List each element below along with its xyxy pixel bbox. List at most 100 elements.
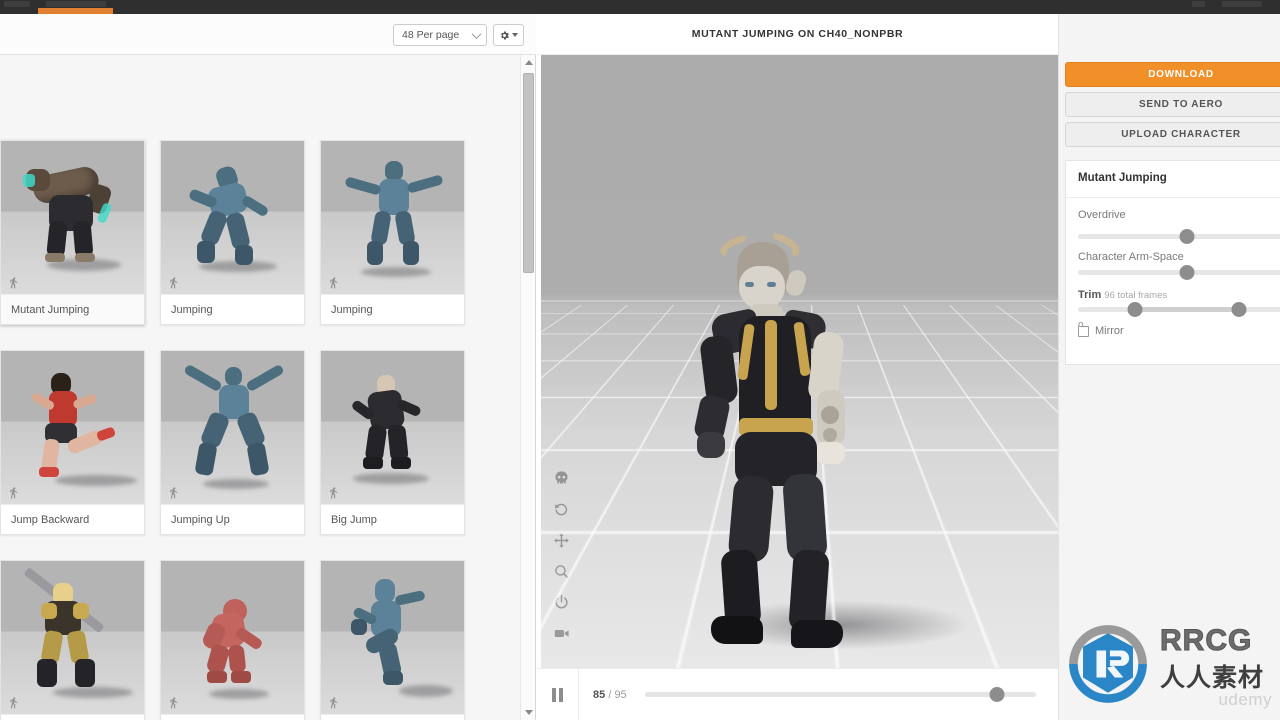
animation-card-label: Jumping [161, 294, 304, 324]
settings-button[interactable] [493, 24, 524, 46]
grid-cell [160, 560, 320, 720]
running-person-icon [330, 487, 338, 499]
animation-card-label: Mutant Jumping [1, 294, 144, 324]
move-tool-icon[interactable] [553, 532, 570, 549]
animation-card-row3-2[interactable] [160, 560, 305, 720]
frame-counter: 85 / 95 [593, 689, 627, 701]
overdrive-slider-handle[interactable] [1179, 229, 1195, 244]
topnav-item-ghost-1[interactable] [4, 1, 30, 7]
animation-card-row3-3[interactable] [320, 560, 465, 720]
animation-properties-card: Mutant Jumping Overdrive Character Arm-S… [1065, 160, 1280, 365]
animation-card-label: Big Jump [321, 504, 464, 534]
animation-grid: Mutant Jumping Jumping Jumping Jump Back… [0, 140, 480, 720]
watermark: RRCG 人人素材 udemy [1060, 612, 1278, 712]
running-person-icon [330, 697, 338, 709]
grid-cell: Jumping [160, 140, 320, 350]
mirror-row[interactable]: Mirror [1078, 325, 1124, 337]
watermark-text: RRCG 人人素材 [1159, 624, 1265, 694]
overdrive-slider[interactable] [1078, 229, 1280, 244]
trim-sublabel: 96 total frames [1104, 290, 1168, 301]
playback-bar: 85 / 95 [537, 668, 1058, 720]
trim-slider[interactable] [1078, 302, 1280, 317]
preview-viewport-panel: MUTANT JUMPING ON CH40_NONPBR 85 / 95 [537, 14, 1058, 720]
grid-cell [0, 560, 160, 720]
upload-character-button[interactable]: UPLOAD CHARACTER [1065, 122, 1280, 147]
app-root: 48 Per page Mutant Jumping Jumping Jumpi… [0, 0, 1280, 720]
reset-rotation-icon[interactable] [553, 501, 570, 518]
timeline-scrubber-handle[interactable] [989, 687, 1005, 702]
camera-icon[interactable] [553, 625, 570, 642]
properties-panel: DOWNLOAD SEND TO AERO UPLOAD CHARACTER M… [1058, 14, 1280, 720]
mirror-checkbox[interactable] [1078, 325, 1089, 337]
topnav-item-ghost-2[interactable] [46, 1, 106, 7]
trim-label: Trim 96 total frames [1078, 289, 1167, 301]
animation-card-label: Jump Backward [1, 504, 144, 534]
running-person-icon [10, 487, 18, 499]
scrollbar-up-button[interactable] [521, 55, 536, 70]
watermark-secondary-text: udemy [1218, 690, 1272, 709]
animation-card-big-jump[interactable]: Big Jump [320, 350, 465, 535]
animation-card-label: Jumping Up [161, 504, 304, 534]
scrollbar-down-button[interactable] [521, 705, 536, 720]
animation-card-jumping-up[interactable]: Jumping Up [160, 350, 305, 535]
running-person-icon [170, 697, 178, 709]
power-icon[interactable] [553, 594, 570, 611]
grid-cell: Jumping [320, 140, 480, 350]
pause-button[interactable] [537, 668, 579, 720]
running-person-icon [170, 487, 178, 499]
viewport-title: MUTANT JUMPING ON CH40_NONPBR [537, 14, 1058, 55]
character-arm-space-slider-handle[interactable] [1179, 265, 1195, 280]
running-person-icon [10, 277, 18, 289]
pause-icon [552, 687, 556, 702]
zoom-tool-icon[interactable] [553, 563, 570, 580]
triangle-up-icon [524, 60, 533, 65]
running-person-icon [330, 277, 338, 289]
current-frame: 85 [593, 688, 606, 701]
animation-thumbnail [321, 561, 464, 716]
running-person-icon [170, 277, 178, 289]
triangle-down-icon [524, 710, 533, 715]
animation-card-jump-backward[interactable]: Jump Backward [0, 350, 145, 535]
skull-icon[interactable] [553, 470, 570, 487]
animation-card-jumping-2[interactable]: Jumping [320, 140, 465, 325]
character-arm-space-slider[interactable] [1078, 265, 1280, 280]
browser-scrollbar[interactable] [520, 55, 535, 720]
pause-icon-second-bar [559, 687, 563, 702]
properties-title: Mutant Jumping [1078, 172, 1167, 184]
watermark-logo-subtext: 人人素材 [1160, 664, 1265, 692]
trim-label-text: Trim [1078, 289, 1102, 301]
animation-card-mutant-jumping[interactable]: Mutant Jumping [0, 140, 145, 325]
animation-thumbnail [321, 351, 464, 506]
animation-card-label [321, 714, 464, 720]
grid-cell: Big Jump [320, 350, 480, 560]
per-page-select[interactable]: 48 Per page [393, 24, 487, 46]
timeline-scrubber[interactable] [644, 687, 1036, 702]
animation-thumbnail [1, 141, 144, 296]
total-frames: 95 [614, 688, 627, 701]
gear-icon [501, 31, 509, 39]
topnav-item-ghost-4[interactable] [1222, 1, 1262, 7]
properties-divider [1066, 197, 1280, 198]
trim-start-handle[interactable] [1127, 302, 1143, 317]
animation-card-row3-1[interactable] [0, 560, 145, 720]
chevron-down-icon [471, 29, 482, 40]
send-to-aero-button[interactable]: SEND TO AERO [1065, 92, 1280, 117]
animation-thumbnail [161, 561, 304, 716]
running-person-icon [10, 697, 18, 709]
scrollbar-thumb[interactable] [523, 73, 534, 273]
animation-thumbnail [161, 351, 304, 506]
viewport-3d-stage[interactable] [541, 55, 1058, 682]
viewport-tool-rail [553, 470, 570, 642]
character-arm-space-label: Character Arm-Space [1078, 251, 1184, 263]
topnav-item-ghost-3[interactable] [1192, 1, 1205, 7]
animation-browser-panel: 48 Per page Mutant Jumping Jumping Jumpi… [0, 14, 536, 720]
download-button[interactable]: DOWNLOAD [1065, 62, 1280, 87]
character-model [691, 220, 921, 670]
trim-end-handle[interactable] [1231, 302, 1247, 317]
top-navigation-bar [0, 0, 1280, 14]
overdrive-label: Overdrive [1078, 209, 1126, 221]
trim-selected-range [1134, 307, 1240, 312]
animation-thumbnail [1, 351, 144, 506]
browser-toolbar: 48 Per page [0, 14, 536, 55]
animation-card-jumping-1[interactable]: Jumping [160, 140, 305, 325]
